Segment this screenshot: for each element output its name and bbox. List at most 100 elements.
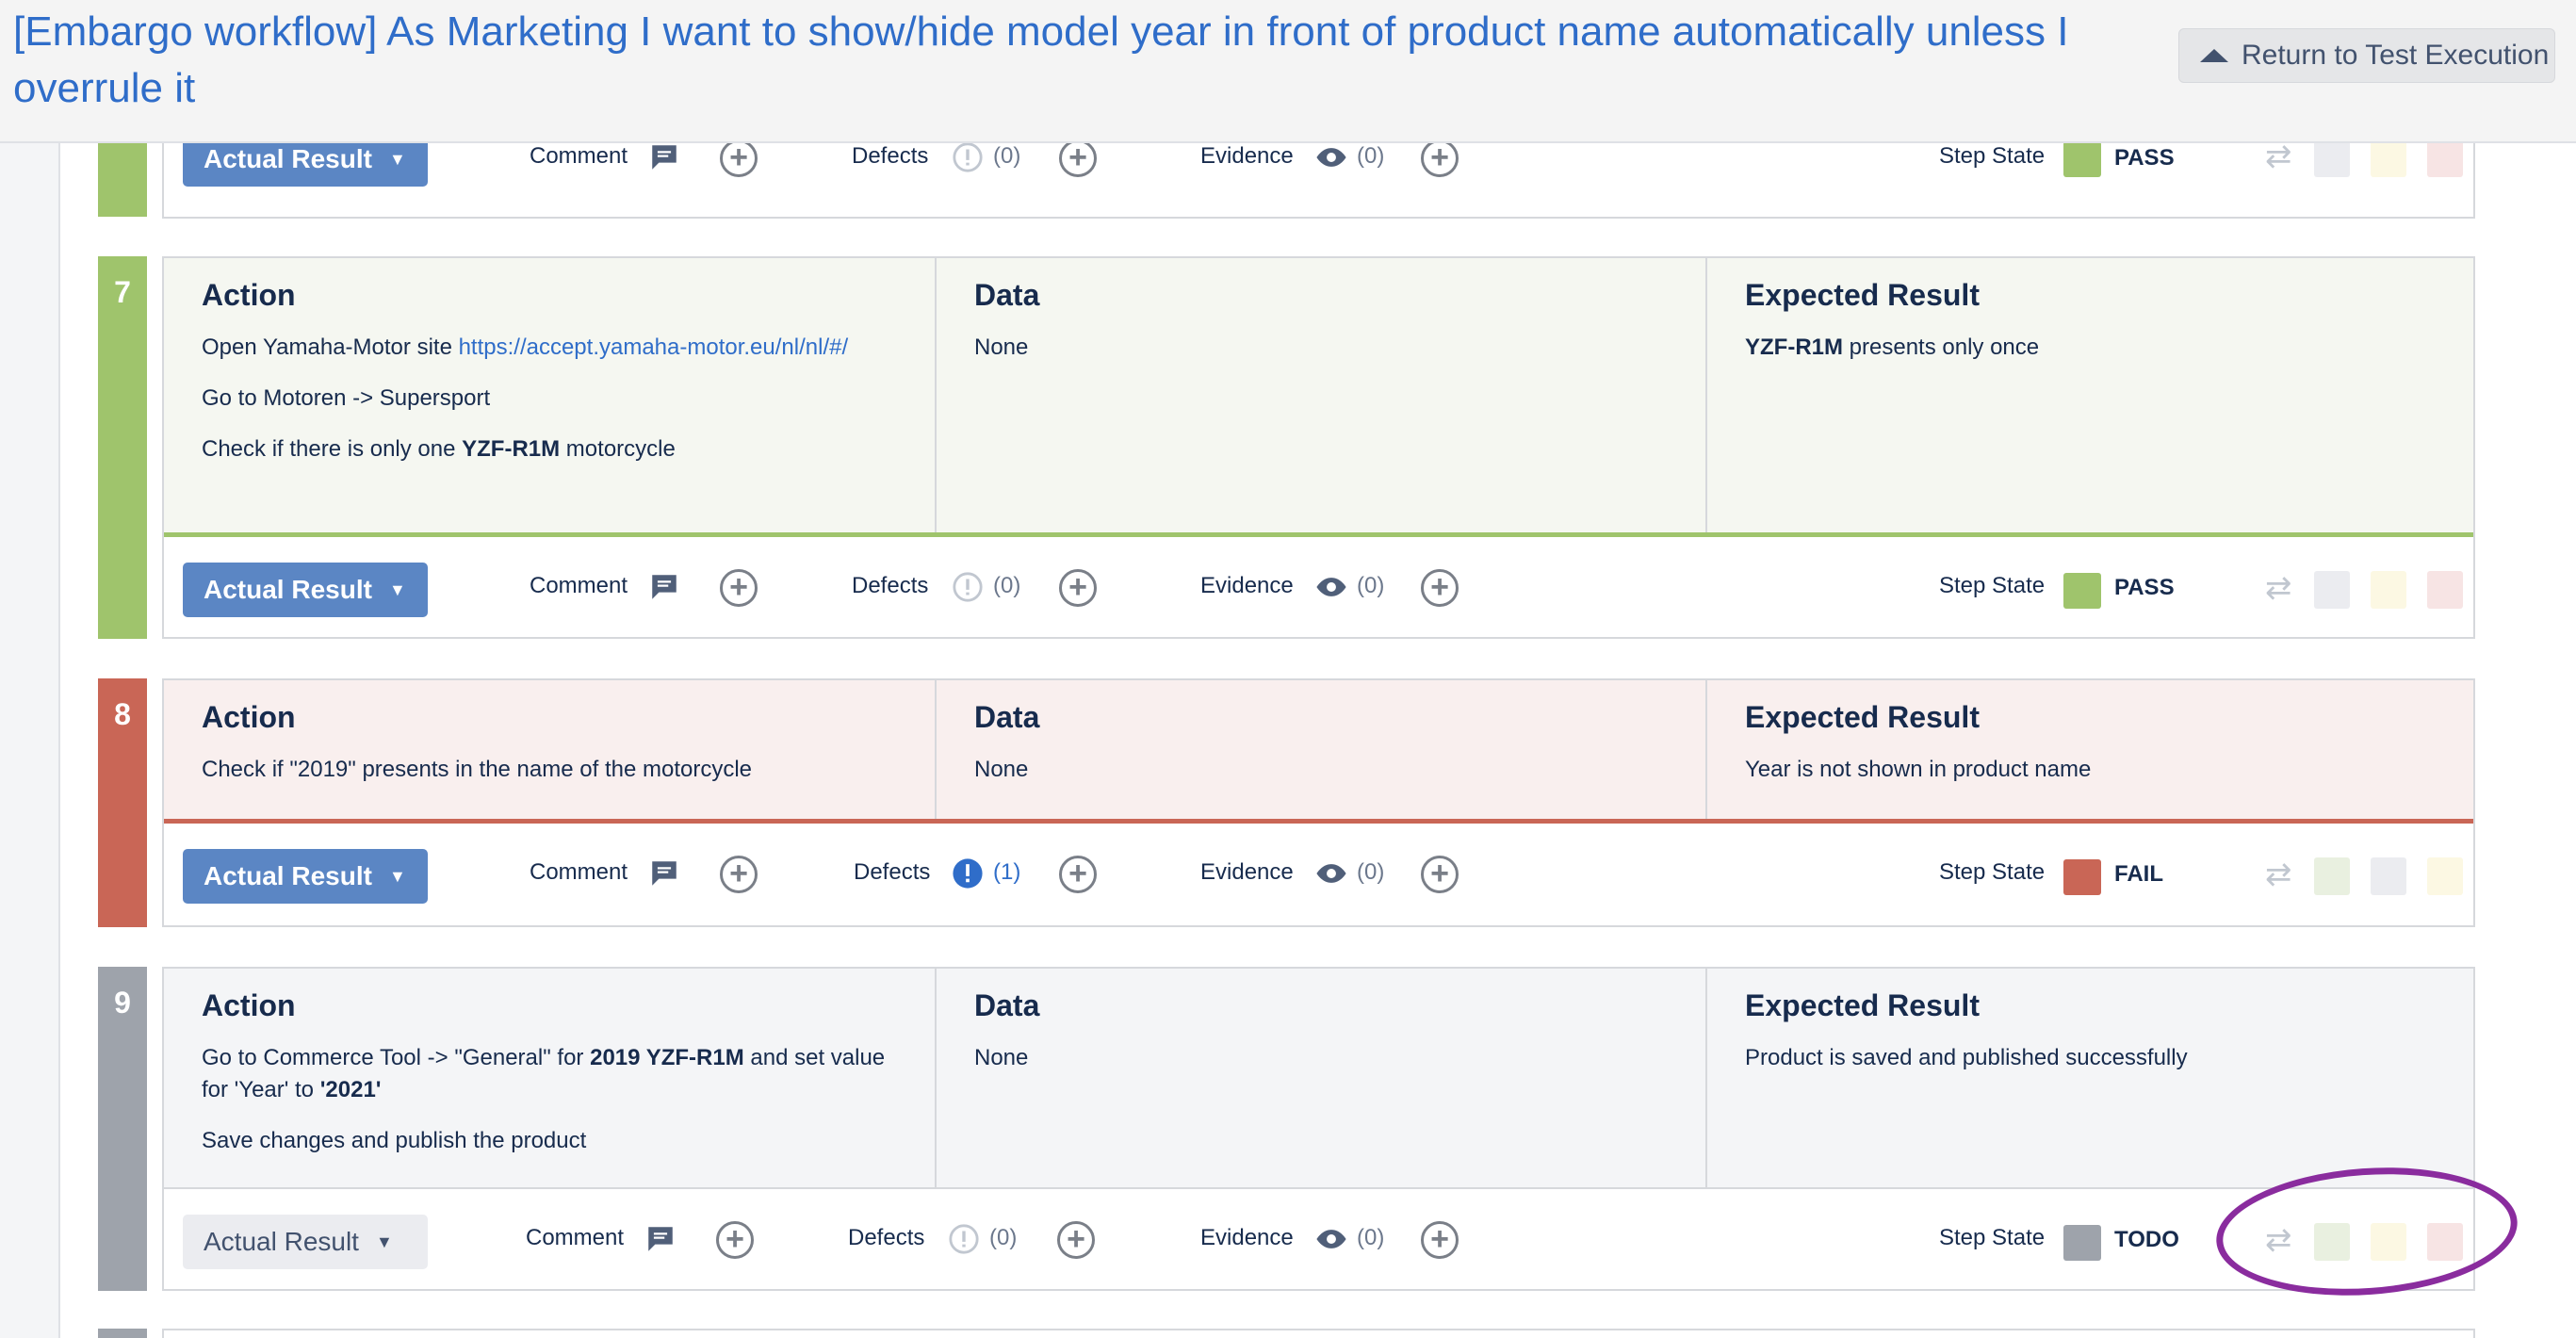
yamaha-link[interactable]: https://accept.yamaha-motor.eu/nl/nl/#/ [459,334,849,360]
data-column: Data None [937,258,1707,532]
return-button-label: Return to Test Execution [2242,40,2550,71]
state-option-fail[interactable] [2427,571,2463,609]
action-text-part: motorcycle [560,436,676,462]
defects-label: Defects [854,859,931,885]
add-comment-button[interactable]: + [720,139,758,177]
state-option-executing[interactable] [2427,857,2463,895]
action-column: Action Go to Commerce Tool -> "General" … [164,969,937,1187]
defects-count: (0) [993,143,1021,169]
state-option-executing[interactable] [2371,139,2406,177]
defect-info-icon [953,142,983,172]
return-to-test-execution-button[interactable]: Return to Test Execution [2178,28,2555,83]
state-option-fail[interactable] [2427,139,2463,177]
actual-result-label: Actual Result [204,144,372,173]
expected-heading: Expected Result [1745,988,1980,1022]
add-comment-button[interactable]: + [720,856,758,893]
chevron-down-icon: ▼ [388,579,406,599]
step-state-value: TODO [2114,1227,2179,1252]
eye-icon [1316,578,1346,596]
data-text: None [974,1045,1029,1070]
actual-result-button[interactable]: Actual Result ▼ [183,563,428,617]
add-evidence-button[interactable]: + [1421,856,1459,893]
comment-icon[interactable] [644,1223,677,1255]
step-6: Actual Result ▼ Comment + Defects (0) + E… [162,132,2475,219]
chevron-down-icon: ▼ [388,149,406,169]
page-title: [Embargo workflow] As Marketing I want t… [13,8,2069,111]
action-text: Open Yamaha-Motor site https://accept.ya… [202,332,897,364]
step-state-label: Step State [1939,143,2046,169]
actual-result-button[interactable]: Actual Result ▼ [183,1215,428,1269]
defect-alert-icon[interactable] [952,857,984,889]
action-text-part: Go to Commerce Tool -> "General" for [202,1045,591,1070]
step-8-controls: Actual Result ▼ Comment + Defects (1) + E… [164,824,2473,927]
add-defect-button[interactable]: + [1059,856,1097,893]
comment-label: Comment [530,573,628,598]
defects-label: Defects [852,143,929,169]
actual-result-label: Actual Result [204,1227,359,1256]
defects-label: Defects [852,573,929,598]
action-text: Check if "2019" presents in the name of … [202,757,753,782]
state-option-executing[interactable] [2371,571,2406,609]
add-comment-button[interactable]: + [716,1221,754,1259]
comment-icon[interactable] [648,571,680,603]
data-heading: Data [974,700,1040,734]
swap-icon[interactable]: ⇄ [2265,569,2292,607]
actual-result-label: Actual Result [204,861,372,890]
step-10-status-bar [98,1329,147,1338]
defects-label: Defects [848,1225,925,1250]
data-column: Data None [937,680,1707,819]
action-heading: Action [202,700,296,734]
step-9-details: Action Go to Commerce Tool -> "General" … [164,969,2473,1189]
step-state-value: PASS [2114,575,2175,600]
expected-text: YZF-R1M presents only once [1745,332,2436,364]
action-column: Action Check if "2019" presents in the n… [164,680,937,819]
eye-icon [1316,1230,1346,1248]
step-state-label: Step State [1939,573,2046,598]
add-evidence-button[interactable]: + [1421,569,1459,607]
step-8-details: Action Check if "2019" presents in the n… [164,680,2473,824]
chevron-down-icon: ▼ [375,1232,393,1251]
action-text-prefix: Open Yamaha-Motor site [202,334,459,360]
expected-text-part: presents only once [1843,334,2040,360]
state-option-todo[interactable] [2314,139,2350,177]
step-6-status-bar [98,143,147,217]
state-option-todo[interactable] [2371,857,2406,895]
add-comment-button[interactable]: + [720,569,758,607]
data-text: None [974,334,1029,360]
step-state-color [2063,1225,2101,1261]
comment-label: Comment [526,1225,625,1250]
add-defect-button[interactable]: + [1059,139,1097,177]
action-text-bold: '2021' [319,1077,382,1102]
add-evidence-button[interactable]: + [1421,1221,1459,1259]
state-option-pass[interactable] [2314,857,2350,895]
comment-icon[interactable] [648,857,680,889]
caret-up-icon [2200,49,2228,62]
data-heading: Data [974,278,1040,312]
evidence-label: Evidence [1200,143,1294,169]
action-text-part: Check if there is only one [202,436,463,462]
state-option-todo[interactable] [2314,571,2350,609]
data-text: None [974,757,1029,782]
step-8-status-bar: 8 [98,678,147,927]
step-9-status-bar: 9 [98,967,147,1291]
defects-count[interactable]: (1) [993,859,1020,886]
action-text: Save changes and publish the product [202,1128,587,1153]
expected-text-bold: YZF-R1M [1745,334,1843,360]
action-heading: Action [202,278,296,312]
swap-icon[interactable]: ⇄ [2265,856,2292,893]
step-9-controls: Actual Result ▼ Comment + Defects (0) + E… [164,1189,2473,1293]
add-evidence-button[interactable]: + [1421,139,1459,177]
page-header: [Embargo workflow] As Marketing I want t… [0,0,2576,143]
swap-icon[interactable]: ⇄ [2265,138,2292,175]
evidence-count: (0) [1357,143,1385,169]
step-8: Action Check if "2019" presents in the n… [162,678,2475,927]
actual-result-button[interactable]: Actual Result ▼ [183,849,428,904]
expected-column: Expected Result Product is saved and pub… [1707,969,2473,1187]
evidence-label: Evidence [1200,573,1294,598]
add-defect-button[interactable]: + [1059,569,1097,607]
step-7: Action Open Yamaha-Motor site https://ac… [162,256,2475,639]
add-defect-button[interactable]: + [1057,1221,1095,1259]
step-number: 8 [114,697,131,731]
comment-icon[interactable] [648,141,680,173]
data-column: Data None [937,969,1707,1187]
